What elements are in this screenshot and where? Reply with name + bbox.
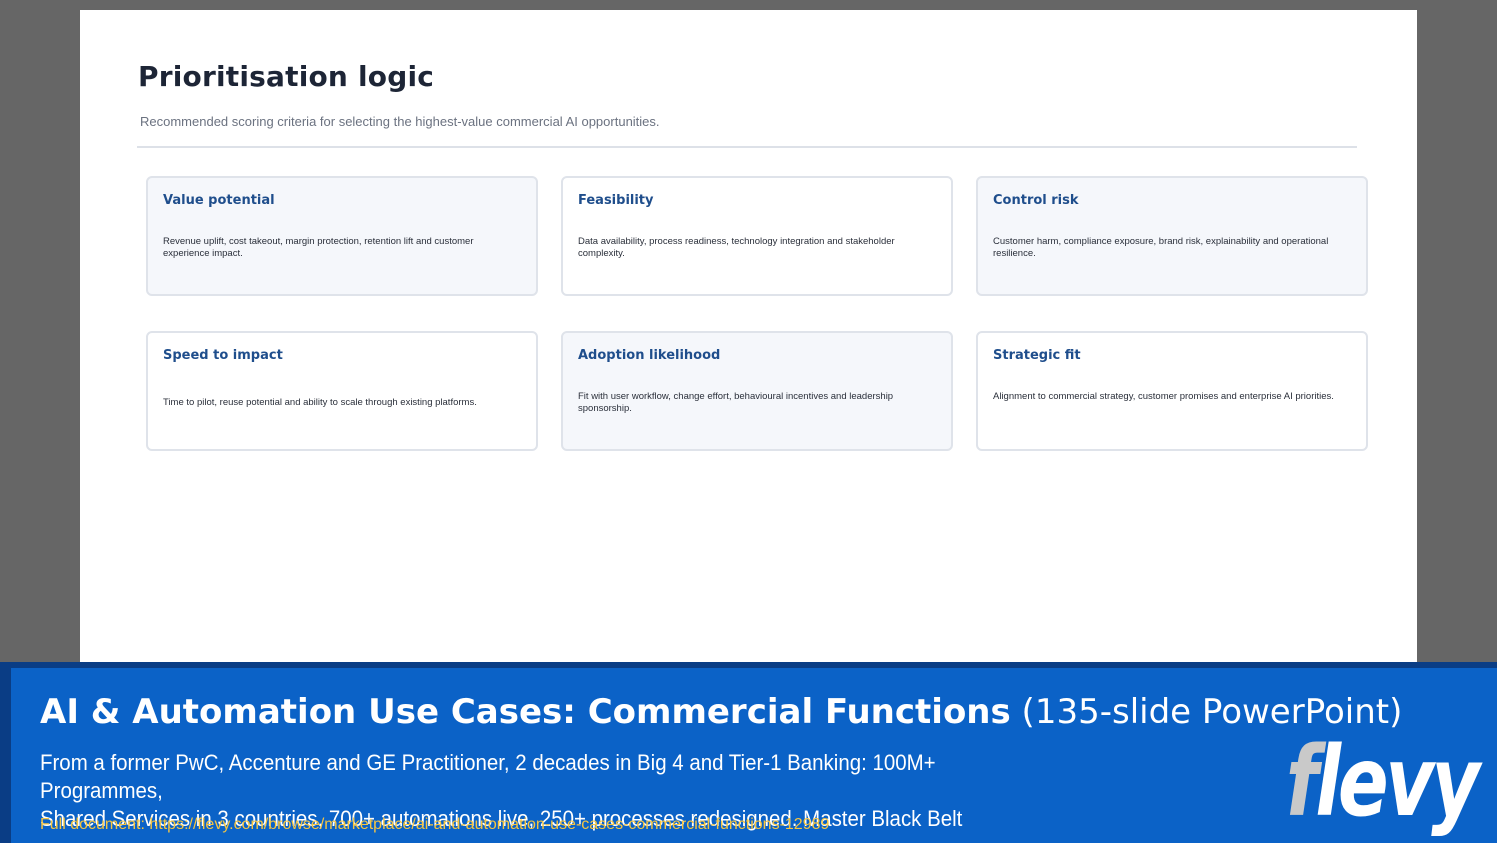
card-title: Feasibility bbox=[578, 193, 654, 208]
banner-title: AI & Automation Use Cases: Commercial Fu… bbox=[40, 692, 1402, 732]
document-link: Full document: https://flevy.com/browse/… bbox=[40, 816, 829, 834]
divider bbox=[137, 146, 1357, 148]
card-feasibility: Feasibility Data availability, process r… bbox=[561, 176, 953, 296]
document-link-label: Full document: bbox=[40, 816, 150, 833]
card-title: Value potential bbox=[163, 193, 275, 208]
slide-subtitle: Recommended scoring criteria for selecti… bbox=[140, 114, 660, 129]
card-body: Customer harm, compliance exposure, bran… bbox=[993, 236, 1329, 259]
card-title: Adoption likelihood bbox=[578, 348, 721, 363]
card-speed-to-impact: Speed to impact Time to pilot, reuse pot… bbox=[146, 331, 538, 451]
card-body: Fit with user workflow, change effort, b… bbox=[578, 391, 894, 414]
flevy-logo[interactable]: flevy bbox=[1286, 734, 1480, 830]
banner-title-main: AI & Automation Use Cases: Commercial Fu… bbox=[40, 692, 1011, 732]
card-body: Revenue uplift, cost takeout, margin pro… bbox=[163, 236, 474, 259]
banner-panel: AI & Automation Use Cases: Commercial Fu… bbox=[11, 668, 1497, 843]
card-adoption-likelihood: Adoption likelihood Fit with user workfl… bbox=[561, 331, 953, 451]
card-title: Speed to impact bbox=[163, 348, 283, 363]
card-title: Control risk bbox=[993, 193, 1079, 208]
card-value-potential: Value potential Revenue uplift, cost tak… bbox=[146, 176, 538, 296]
promo-banner: AI & Automation Use Cases: Commercial Fu… bbox=[0, 662, 1497, 843]
card-strategic-fit: Strategic fit Alignment to commercial st… bbox=[976, 331, 1368, 451]
card-body: Alignment to commercial strategy, custom… bbox=[993, 391, 1334, 402]
slide: Prioritisation logic Recommended scoring… bbox=[80, 10, 1417, 662]
card-control-risk: Control risk Customer harm, compliance e… bbox=[976, 176, 1368, 296]
card-body: Time to pilot, reuse potential and abili… bbox=[163, 397, 477, 408]
card-title: Strategic fit bbox=[993, 348, 1081, 363]
card-body: Data availability, process readiness, te… bbox=[578, 236, 895, 259]
banner-desc-line: From a former PwC, Accenture and GE Prac… bbox=[40, 750, 936, 803]
document-url-link[interactable]: https://flevy.com/browse/marketplace/ai-… bbox=[149, 816, 829, 833]
slide-title: Prioritisation logic bbox=[138, 60, 435, 93]
